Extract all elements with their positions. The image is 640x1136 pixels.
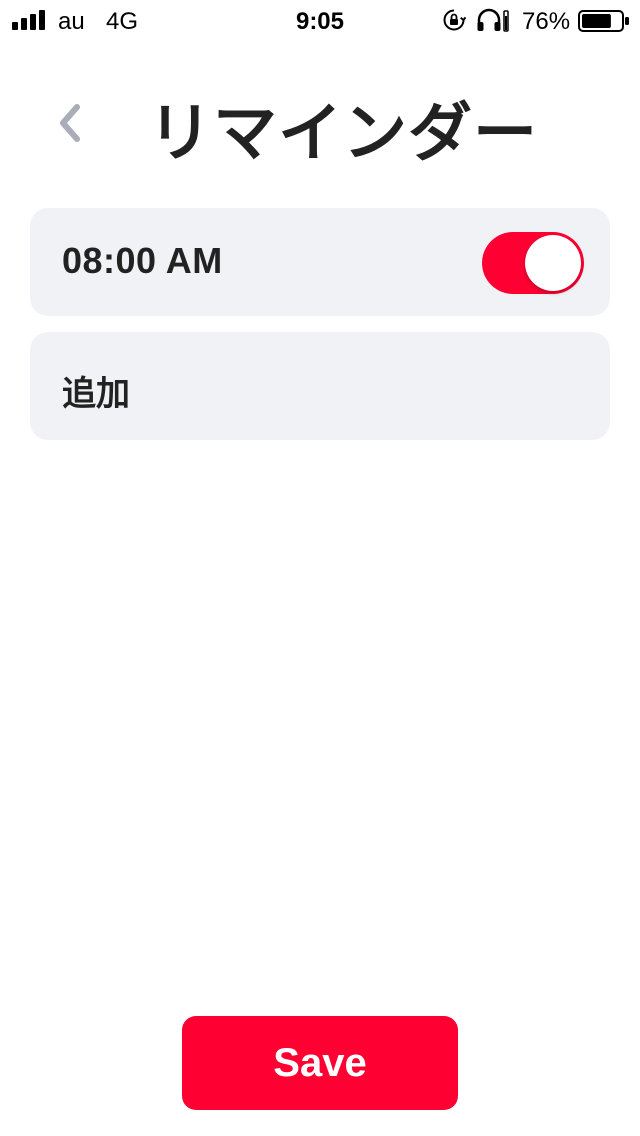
reminder-item[interactable]: 08:00 AM — [30, 208, 610, 316]
page-title: リマインダー — [148, 97, 538, 171]
add-reminder-button[interactable]: 追加 — [30, 332, 610, 440]
save-button[interactable]: Save — [182, 1016, 458, 1110]
headphones-icon — [477, 8, 509, 32]
status-bar: au 4G 9:05 76% — [0, 0, 640, 40]
battery-icon — [578, 10, 629, 32]
rotation-lock-icon — [443, 9, 466, 31]
chevron-left-icon — [60, 104, 80, 142]
battery-percentage: 76% — [522, 8, 571, 35]
toggle-knob — [525, 235, 581, 291]
add-reminder-label: 追加 — [62, 374, 130, 414]
save-button-label: Save — [273, 1040, 367, 1085]
reminder-toggle[interactable] — [482, 232, 584, 294]
reminder-time: 08:00 AM — [62, 240, 223, 281]
reminder-screen: au 4G 9:05 76% リマインダー 08:00 AM 追加 Save — [0, 0, 640, 1136]
back-button[interactable] — [50, 98, 90, 148]
